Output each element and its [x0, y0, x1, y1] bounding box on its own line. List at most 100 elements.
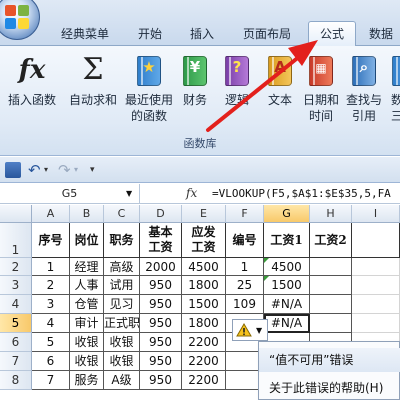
cell-c3[interactable]: 试用	[104, 276, 140, 295]
column-header-g[interactable]: G	[264, 205, 310, 223]
cell-d8[interactable]: 950	[140, 371, 182, 390]
cell-i5[interactable]	[352, 314, 400, 333]
row-header-4[interactable]: 4	[0, 295, 32, 314]
cell-a5[interactable]: 4	[32, 314, 70, 333]
cell-c4[interactable]: 见习	[104, 295, 140, 314]
cell-g2[interactable]: 4500	[264, 258, 310, 276]
name-box-dropdown-icon[interactable]: ▼	[126, 184, 132, 203]
row-header-1[interactable]: 1	[0, 223, 32, 258]
insert-function-button[interactable]: fx 插入函数	[4, 52, 60, 130]
column-header-a[interactable]: A	[32, 205, 70, 223]
cell-a1[interactable]: 序号	[32, 223, 70, 258]
cell-f3[interactable]: 25	[226, 276, 264, 295]
column-header-f[interactable]: F	[226, 205, 264, 223]
cell-b1[interactable]: 岗位	[70, 223, 104, 258]
row-header-2[interactable]: 2	[0, 258, 32, 276]
financial-button[interactable]: ¥ 财务	[178, 52, 212, 130]
tab-formulas[interactable]: 公式	[308, 21, 356, 47]
row-header-8[interactable]: 8	[0, 371, 32, 390]
cell-c8[interactable]: A级	[104, 371, 140, 390]
lookup-reference-button[interactable]: ⌕ 查找与 引用	[342, 52, 386, 130]
redo-dropdown-icon[interactable]: ▾	[74, 162, 78, 178]
undo-dropdown-icon[interactable]: ▾	[44, 162, 48, 178]
tab-home[interactable]: 开始	[128, 24, 172, 46]
name-box[interactable]: G5	[0, 184, 140, 203]
cell-i3[interactable]	[352, 276, 400, 295]
cell-h2[interactable]	[310, 258, 352, 276]
cell-g3[interactable]: 1500	[264, 276, 310, 295]
error-help-link[interactable]: 关于此错误的帮助(H)	[259, 376, 400, 400]
column-header-i[interactable]: I	[352, 205, 400, 223]
cell-b6[interactable]: 收银	[70, 333, 104, 352]
cell-f2[interactable]: 1	[226, 258, 264, 276]
text-button[interactable]: A 文本	[262, 52, 298, 130]
cell-g4[interactable]: #N/A	[264, 295, 310, 314]
cell-c7[interactable]: 收银	[104, 352, 140, 371]
error-smart-tag[interactable]: ▼	[232, 319, 268, 341]
cell-h3[interactable]	[310, 276, 352, 295]
autosum-button[interactable]: Σ 自动求和	[66, 52, 120, 130]
column-header-h[interactable]: H	[310, 205, 352, 223]
formula-input[interactable]: =VLOOKUP(F5,$A$1:$E$35,5,FA	[212, 184, 400, 203]
cell-e6[interactable]: 2200	[182, 333, 226, 352]
cell-d6[interactable]: 950	[140, 333, 182, 352]
cell-e8[interactable]: 2200	[182, 371, 226, 390]
cell-e5[interactable]: 1800	[182, 314, 226, 333]
redo-icon[interactable]: ↷	[58, 162, 71, 178]
cell-i4[interactable]	[352, 295, 400, 314]
cell-f4[interactable]: 109	[226, 295, 264, 314]
row-header-7[interactable]: 7	[0, 352, 32, 371]
cell-g5[interactable]: #N/A	[264, 314, 310, 333]
cell-h5[interactable]	[310, 314, 352, 333]
logical-button[interactable]: ? 逻辑	[220, 52, 254, 130]
cell-i1[interactable]	[352, 223, 400, 258]
cell-c6[interactable]: 收银	[104, 333, 140, 352]
cell-c2[interactable]: 高级	[104, 258, 140, 276]
cell-d2[interactable]: 2000	[140, 258, 182, 276]
office-button[interactable]	[0, 0, 40, 40]
cell-a2[interactable]: 1	[32, 258, 70, 276]
cell-b5[interactable]: 审计	[70, 314, 104, 333]
row-header-6[interactable]: 6	[0, 333, 32, 352]
cell-c1[interactable]: 职务	[104, 223, 140, 258]
recent-functions-button[interactable]: ★ 最近使用 的函数	[124, 52, 174, 130]
math-trig-button[interactable]: 数 三	[390, 52, 400, 130]
cell-h1[interactable]: 工资2	[310, 223, 352, 258]
cell-d5[interactable]: 950	[140, 314, 182, 333]
cell-b4[interactable]: 仓管	[70, 295, 104, 314]
cell-a8[interactable]: 7	[32, 371, 70, 390]
column-header-e[interactable]: E	[182, 205, 226, 223]
column-header-c[interactable]: C	[104, 205, 140, 223]
customize-toolbar-icon[interactable]: ▾	[90, 162, 95, 178]
tab-data[interactable]: 数据	[362, 24, 400, 46]
cell-b8[interactable]: 服务	[70, 371, 104, 390]
tab-page-layout[interactable]: 页面布局	[232, 24, 302, 46]
cell-d7[interactable]: 950	[140, 352, 182, 371]
cell-b2[interactable]: 经理	[70, 258, 104, 276]
cell-e3[interactable]: 1800	[182, 276, 226, 295]
formula-fx-label[interactable]: fx	[186, 184, 208, 203]
row-header-3[interactable]: 3	[0, 276, 32, 295]
save-icon[interactable]	[5, 162, 21, 178]
row-header-5[interactable]: 5	[0, 314, 32, 333]
cell-d4[interactable]: 950	[140, 295, 182, 314]
cell-b3[interactable]: 人事	[70, 276, 104, 295]
tab-classic-menu[interactable]: 经典菜单	[52, 24, 118, 46]
cell-e1[interactable]: 应发工资	[182, 223, 226, 258]
cell-f1[interactable]: 编号	[226, 223, 264, 258]
cell-a6[interactable]: 5	[32, 333, 70, 352]
cell-h4[interactable]	[310, 295, 352, 314]
column-header-b[interactable]: B	[70, 205, 104, 223]
column-header-d[interactable]: D	[140, 205, 182, 223]
cell-e4[interactable]: 1500	[182, 295, 226, 314]
select-all-corner[interactable]	[0, 205, 32, 223]
cell-a7[interactable]: 6	[32, 352, 70, 371]
date-time-button[interactable]: ▦ 日期和 时间	[300, 52, 342, 130]
cell-c5[interactable]: 正式职	[104, 314, 140, 333]
cell-a4[interactable]: 3	[32, 295, 70, 314]
cell-a3[interactable]: 2	[32, 276, 70, 295]
cell-e7[interactable]: 2200	[182, 352, 226, 371]
cell-i2[interactable]	[352, 258, 400, 276]
tab-insert[interactable]: 插入	[180, 24, 224, 46]
cell-b7[interactable]: 收银	[70, 352, 104, 371]
